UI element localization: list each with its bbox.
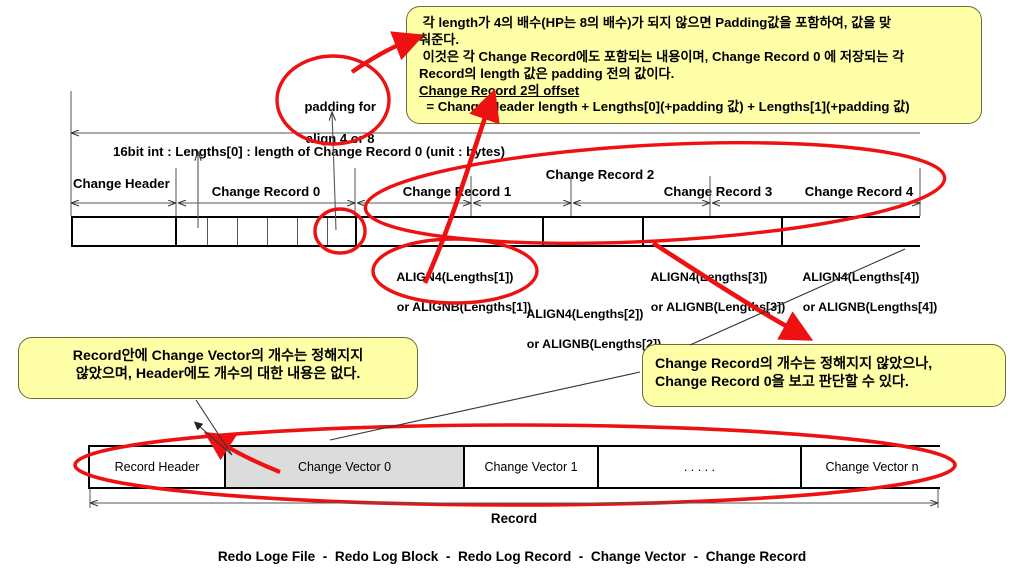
align-label-lengths-4-line-2: or ALIGNB(Lengths[4]) (802, 300, 938, 315)
segment-label-change-header: Change Header (73, 176, 170, 191)
align-label-lengths-4: ALIGN4(Lengths[4]) or ALIGNB(Lengths[4]) (789, 255, 937, 331)
bar-cell-change-record-1 (357, 218, 544, 245)
bar-cell-change-header (73, 218, 177, 245)
bar-subcell (207, 218, 208, 245)
align-label-lengths-3: ALIGN4(Lengths[3]) or ALIGNB(Lengths[3]) (637, 255, 785, 331)
record-bar-cell-ellipsis: . . . . . (599, 447, 802, 487)
note-left-line-1: Record안에 Change Vector의 개수는 정해지지 (72, 348, 364, 364)
align-label-lengths-1-line-1: ALIGN4(Lengths[1]) (396, 270, 514, 285)
record-bar-cell-record-header: Record Header (90, 447, 226, 487)
change-record-bar (71, 216, 922, 247)
note-top-underlined-heading: Change Record 2의 offset (419, 82, 580, 98)
record-measure-arrow (89, 489, 938, 508)
align-label-lengths-2-line-1: ALIGN4(Lengths[2]) (526, 307, 644, 322)
note-change-record-count: Change Record의 개수는 정해지지 않았으나, Change Rec… (642, 344, 1006, 407)
diagram-canvas: 각 length가 4의 배수(HP는 8의 배수)가 되지 않으면 Paddi… (0, 0, 1024, 577)
record-bar-cell-change-vector-n: Change Vector n (802, 447, 942, 487)
bar-subcell (267, 218, 268, 245)
segment-label-change-record-4: Change Record 4 (804, 184, 914, 199)
note-change-vector-count: Record안에 Change Vector의 개수는 정해지지 않았으며, H… (18, 337, 418, 399)
segment-label-change-record-2: Change Record 2 (545, 167, 655, 182)
align-label-lengths-4-line-1: ALIGN4(Lengths[4]) (802, 270, 920, 285)
note-top-line-2: 춰준다. (419, 31, 460, 47)
bar-cell-change-record-4 (783, 218, 922, 245)
segment-label-change-record-3: Change Record 3 (663, 184, 773, 199)
segment-label-change-record-1: Change Record 1 (402, 184, 512, 199)
record-bar-cell-change-vector-1: Change Vector 1 (465, 447, 599, 487)
note-top-line-1: 각 length가 4의 배수(HP는 8의 배수)가 되지 않으면 Paddi… (419, 15, 892, 30)
align-label-lengths-1: ALIGN4(Lengths[1]) or ALIGNB(Lengths[1]) (383, 255, 531, 331)
red-arrow-padding-to-note (350, 31, 425, 74)
bar-subcell (237, 218, 238, 245)
note-left-line-2: 않았으며, Header에도 개수의 대한 내용은 없다. (75, 366, 361, 383)
note-top-formula: = Change Header length + Lengths[0](+pad… (419, 99, 910, 115)
align-label-lengths-3-line-1: ALIGN4(Lengths[3]) (650, 270, 768, 285)
footer-breadcrumb: Redo Loge File - Redo Log Block - Redo L… (217, 549, 807, 564)
note-right-line-2: Change Record 0을 보고 판단할 수 있다. (655, 374, 909, 391)
bar-subcell (327, 218, 328, 245)
record-bar-cell-change-vector-0: Change Vector 0 (226, 447, 465, 487)
note-padding-rule: 각 length가 4의 배수(HP는 8의 배수)가 되지 않으면 Paddi… (406, 6, 982, 124)
record-span-label: Record (490, 511, 538, 526)
note-top-line-3: 이것은 각 Change Record에도 포함되는 내용이며, Change … (419, 48, 905, 64)
bar-cell-change-record-0 (177, 218, 357, 245)
padding-annotation-line-1: padding for (304, 98, 376, 114)
note-right-line-1: Change Record의 개수는 정해지지 않았으나, (655, 356, 933, 372)
bar-subcell (297, 218, 298, 245)
align-label-lengths-3-line-2: or ALIGNB(Lengths[3]) (650, 300, 786, 315)
align-label-lengths-1-line-2: or ALIGNB(Lengths[1]) (396, 300, 532, 315)
note-top-line-4: Record의 length 값은 padding 전의 값이다. (419, 65, 675, 81)
record-bar: Record Header Change Vector 0 Change Vec… (88, 445, 942, 489)
bar-cell-change-record-2 (544, 218, 644, 245)
align-label-lengths-2-line-2: or ALIGNB(Lengths[2]) (526, 337, 662, 352)
lengths-caption: 16bit int : Lengths[0] : length of Chang… (113, 144, 505, 159)
segment-label-change-record-0: Change Record 0 (211, 184, 321, 199)
bar-cell-change-record-3 (644, 218, 783, 245)
